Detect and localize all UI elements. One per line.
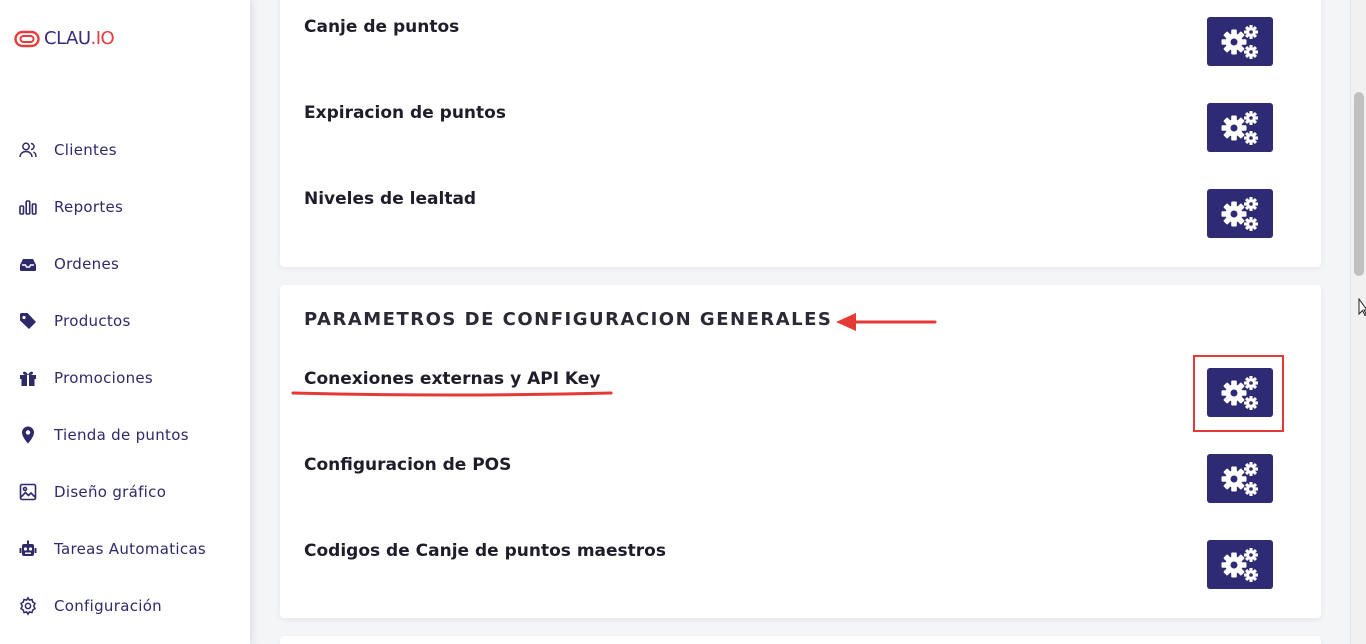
sidebar-item-label: Reportes [54, 198, 124, 216]
gears-icon [1221, 24, 1258, 59]
configure-button[interactable] [1207, 17, 1273, 66]
inbox-icon [20, 259, 36, 271]
gears-icon [1221, 110, 1258, 145]
setting-label-niveles-de-lealtad: Niveles de lealtad [304, 189, 477, 209]
sidebar-item-label: Diseño gráfico [54, 483, 167, 501]
main-content: Canje de puntos Expiracion de puntos Niv… [250, 0, 1350, 644]
gear-icon [20, 596, 36, 616]
general-settings-card: PARAMETROS DE CONFIGURACION GENERALES Co… [280, 285, 1321, 618]
sidebar-item-promociones[interactable]: Promociones [18, 366, 153, 390]
sidebar-item-label: Tareas Automaticas [54, 540, 207, 558]
setting-label-codigos-de-canje: Codigos de Canje de puntos maestros [304, 541, 666, 561]
setting-label-canje-de-puntos: Canje de puntos [304, 17, 460, 37]
sidebar-item-reportes[interactable]: Reportes [18, 195, 123, 219]
logo-text: CLAU.IO [44, 28, 115, 49]
sidebar-item-productos[interactable]: Productos [18, 309, 131, 333]
section-title: PARAMETROS DE CONFIGURACION GENERALES [304, 309, 833, 330]
scrollbar[interactable] [1350, 0, 1366, 644]
tag-icon [20, 313, 36, 329]
sidebar-item-label: Productos [54, 312, 131, 330]
sidebar-item-label: Clientes [54, 141, 117, 159]
sidebar-item-ordenes[interactable]: Ordenes [18, 252, 119, 276]
configure-button[interactable] [1207, 368, 1273, 417]
setting-label-expiracion-de-puntos: Expiracion de puntos [304, 103, 506, 123]
sidebar-item-label: Tienda de puntos [54, 426, 189, 444]
robot-icon [19, 540, 37, 556]
configure-button[interactable] [1207, 189, 1273, 238]
gears-icon [1221, 461, 1258, 496]
sidebar-item-configuracion[interactable]: Configuración [18, 594, 162, 618]
sidebar-item-clientes[interactable]: Clientes [18, 138, 117, 162]
gears-icon [1221, 196, 1258, 231]
setting-label-conexiones-externas: Conexiones externas y API Key [304, 369, 601, 389]
setting-label-configuracion-de-pos: Configuracion de POS [304, 455, 512, 475]
gears-icon [1221, 375, 1258, 410]
sidebar-item-label: Configuración [54, 597, 162, 615]
points-settings-card: Canje de puntos Expiracion de puntos Niv… [280, 0, 1321, 267]
map-pin-icon [22, 426, 34, 444]
configure-button[interactable] [1207, 103, 1273, 152]
sidebar-item-tareas-automaticas[interactable]: Tareas Automaticas [18, 537, 206, 561]
next-card [280, 636, 1321, 644]
sidebar: CLAU.IO Clientes Reportes Ordenes Produc… [0, 0, 250, 644]
logo-icon [14, 30, 40, 47]
gift-icon [20, 371, 36, 386]
bar-chart-icon [19, 200, 37, 215]
users-icon [19, 142, 37, 158]
configure-button[interactable] [1207, 454, 1273, 503]
gears-icon [1221, 547, 1258, 582]
configure-button[interactable] [1207, 540, 1273, 589]
sidebar-item-label: Ordenes [54, 255, 120, 273]
scrollbar-thumb[interactable] [1354, 92, 1364, 276]
brand-logo[interactable]: CLAU.IO [14, 28, 115, 49]
image-icon [19, 483, 37, 501]
sidebar-item-label: Promociones [54, 369, 154, 387]
sidebar-item-diseno-grafico[interactable]: Diseño gráfico [18, 480, 166, 504]
sidebar-item-tienda-de-puntos[interactable]: Tienda de puntos [18, 423, 189, 447]
